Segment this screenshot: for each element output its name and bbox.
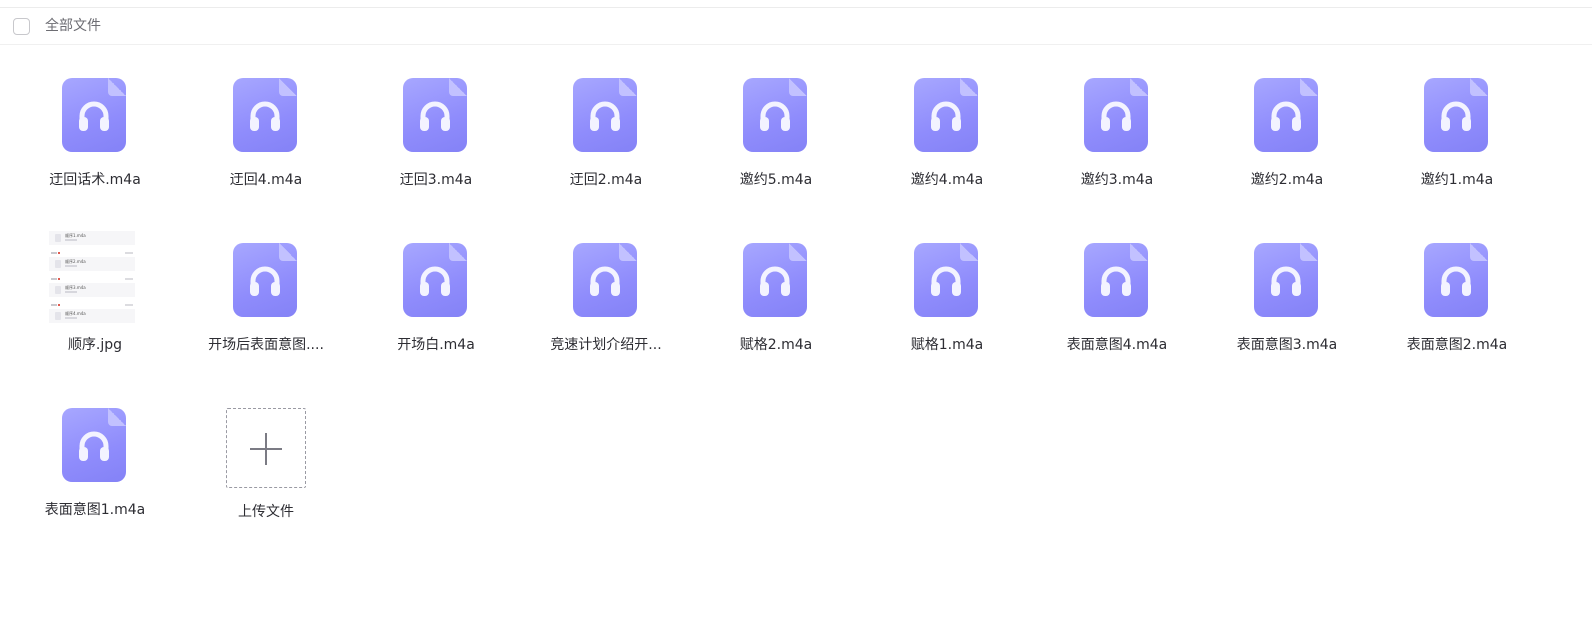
headphones-icon: [1271, 266, 1301, 296]
file-tile[interactable]: 顺序1.m4a 顺序2.m4a 顺序3.m4a 顺序4.m4a 顺序.jpg: [10, 229, 180, 369]
file-tile[interactable]: 表面意图3.m4a: [1202, 229, 1372, 369]
headphones-icon: [420, 101, 450, 131]
file-name: 迂回4.m4a: [229, 172, 303, 188]
headphones-icon: [931, 101, 961, 131]
audio-file-icon: [1084, 243, 1148, 317]
file-name: 顺序.jpg: [67, 337, 123, 353]
headphones-icon: [590, 266, 620, 296]
thumbnail-row: 顺序4.m4a: [49, 309, 135, 323]
audio-file-icon: [914, 243, 978, 317]
file-tile[interactable]: 迂回4.m4a: [181, 64, 351, 204]
plus-icon-stroke: [265, 433, 267, 465]
headphones-icon: [250, 266, 280, 296]
audio-file-icon: [233, 78, 297, 152]
headphones-icon: [420, 266, 450, 296]
file-name: 邀约2.m4a: [1250, 172, 1324, 188]
file-name: 邀约4.m4a: [910, 172, 984, 188]
audio-file-icon: [1424, 78, 1488, 152]
audio-file-icon: [1254, 243, 1318, 317]
file-tile[interactable]: 表面意图1.m4a: [10, 394, 180, 534]
file-name: 表面意图3.m4a: [1236, 337, 1338, 353]
file-tile[interactable]: 邀约1.m4a: [1372, 64, 1542, 204]
headphones-icon: [250, 101, 280, 131]
file-name: 开场白.m4a: [397, 337, 475, 353]
all-files-label: 全部文件: [45, 18, 101, 34]
file-name: 表面意图1.m4a: [44, 502, 146, 518]
headphones-icon: [1271, 101, 1301, 131]
file-tile[interactable]: 开场后表面意图....: [181, 229, 351, 369]
file-tile[interactable]: 开场白.m4a: [351, 229, 521, 369]
headphones-icon: [1101, 101, 1131, 131]
file-name: 邀约3.m4a: [1080, 172, 1154, 188]
file-name: 迂回3.m4a: [399, 172, 473, 188]
audio-file-icon: [573, 78, 637, 152]
thumbnail-divider: [49, 278, 135, 282]
file-name: 赋格1.m4a: [910, 337, 984, 353]
file-tile[interactable]: 迂回话术.m4a: [10, 64, 180, 204]
file-tile[interactable]: 邀约5.m4a: [691, 64, 861, 204]
file-tile[interactable]: 迂回3.m4a: [351, 64, 521, 204]
file-tile[interactable]: 邀约3.m4a: [1032, 64, 1202, 204]
audio-file-icon: [403, 78, 467, 152]
headphones-icon: [590, 101, 620, 131]
headphones-icon: [79, 431, 109, 461]
file-name: 开场后表面意图....: [208, 337, 324, 353]
thumbnail-row: 顺序1.m4a: [49, 231, 135, 245]
file-tile[interactable]: 赋格1.m4a: [862, 229, 1032, 369]
file-name: 表面意图2.m4a: [1406, 337, 1508, 353]
file-tile[interactable]: 竞速计划介绍开...: [521, 229, 691, 369]
headphones-icon: [931, 266, 961, 296]
headphones-icon: [760, 266, 790, 296]
file-tile[interactable]: 邀约4.m4a: [862, 64, 1032, 204]
file-name: 迂回话术.m4a: [49, 172, 141, 188]
file-name: 表面意图4.m4a: [1066, 337, 1168, 353]
thumbnail-divider: [49, 252, 135, 256]
headphones-icon: [1101, 266, 1131, 296]
upload-file-label: 上传文件: [238, 504, 294, 520]
thumbnail-row: 顺序2.m4a: [49, 257, 135, 271]
audio-file-icon: [403, 243, 467, 317]
file-name: 邀约5.m4a: [739, 172, 813, 188]
file-name: 迂回2.m4a: [569, 172, 643, 188]
audio-file-icon: [573, 243, 637, 317]
file-tile[interactable]: 迂回2.m4a: [521, 64, 691, 204]
file-tile[interactable]: 表面意图4.m4a: [1032, 229, 1202, 369]
audio-file-icon: [233, 243, 297, 317]
thumbnail-divider: [49, 304, 135, 308]
audio-file-icon: [743, 243, 807, 317]
file-name: 赋格2.m4a: [739, 337, 813, 353]
file-tile[interactable]: 邀约2.m4a: [1202, 64, 1372, 204]
audio-file-icon: [62, 78, 126, 152]
thumbnail-row: 顺序3.m4a: [49, 283, 135, 297]
image-thumbnail: 顺序1.m4a 顺序2.m4a 顺序3.m4a 顺序4.m4a: [49, 229, 135, 325]
file-name: 竞速计划介绍开...: [550, 337, 662, 353]
file-list-header: 全部文件: [0, 8, 1592, 45]
headphones-icon: [760, 101, 790, 131]
file-name: 邀约1.m4a: [1420, 172, 1494, 188]
audio-file-icon: [1254, 78, 1318, 152]
top-divider: [0, 0, 1592, 8]
audio-file-icon: [1084, 78, 1148, 152]
file-tile[interactable]: 表面意图2.m4a: [1372, 229, 1542, 369]
headphones-icon: [79, 101, 109, 131]
file-tile[interactable]: 赋格2.m4a: [691, 229, 861, 369]
headphones-icon: [1441, 266, 1471, 296]
audio-file-icon: [62, 408, 126, 482]
audio-file-icon: [743, 78, 807, 152]
upload-file-button[interactable]: [226, 408, 306, 488]
select-all-checkbox[interactable]: [13, 18, 30, 35]
audio-file-icon: [914, 78, 978, 152]
headphones-icon: [1441, 101, 1471, 131]
audio-file-icon: [1424, 243, 1488, 317]
